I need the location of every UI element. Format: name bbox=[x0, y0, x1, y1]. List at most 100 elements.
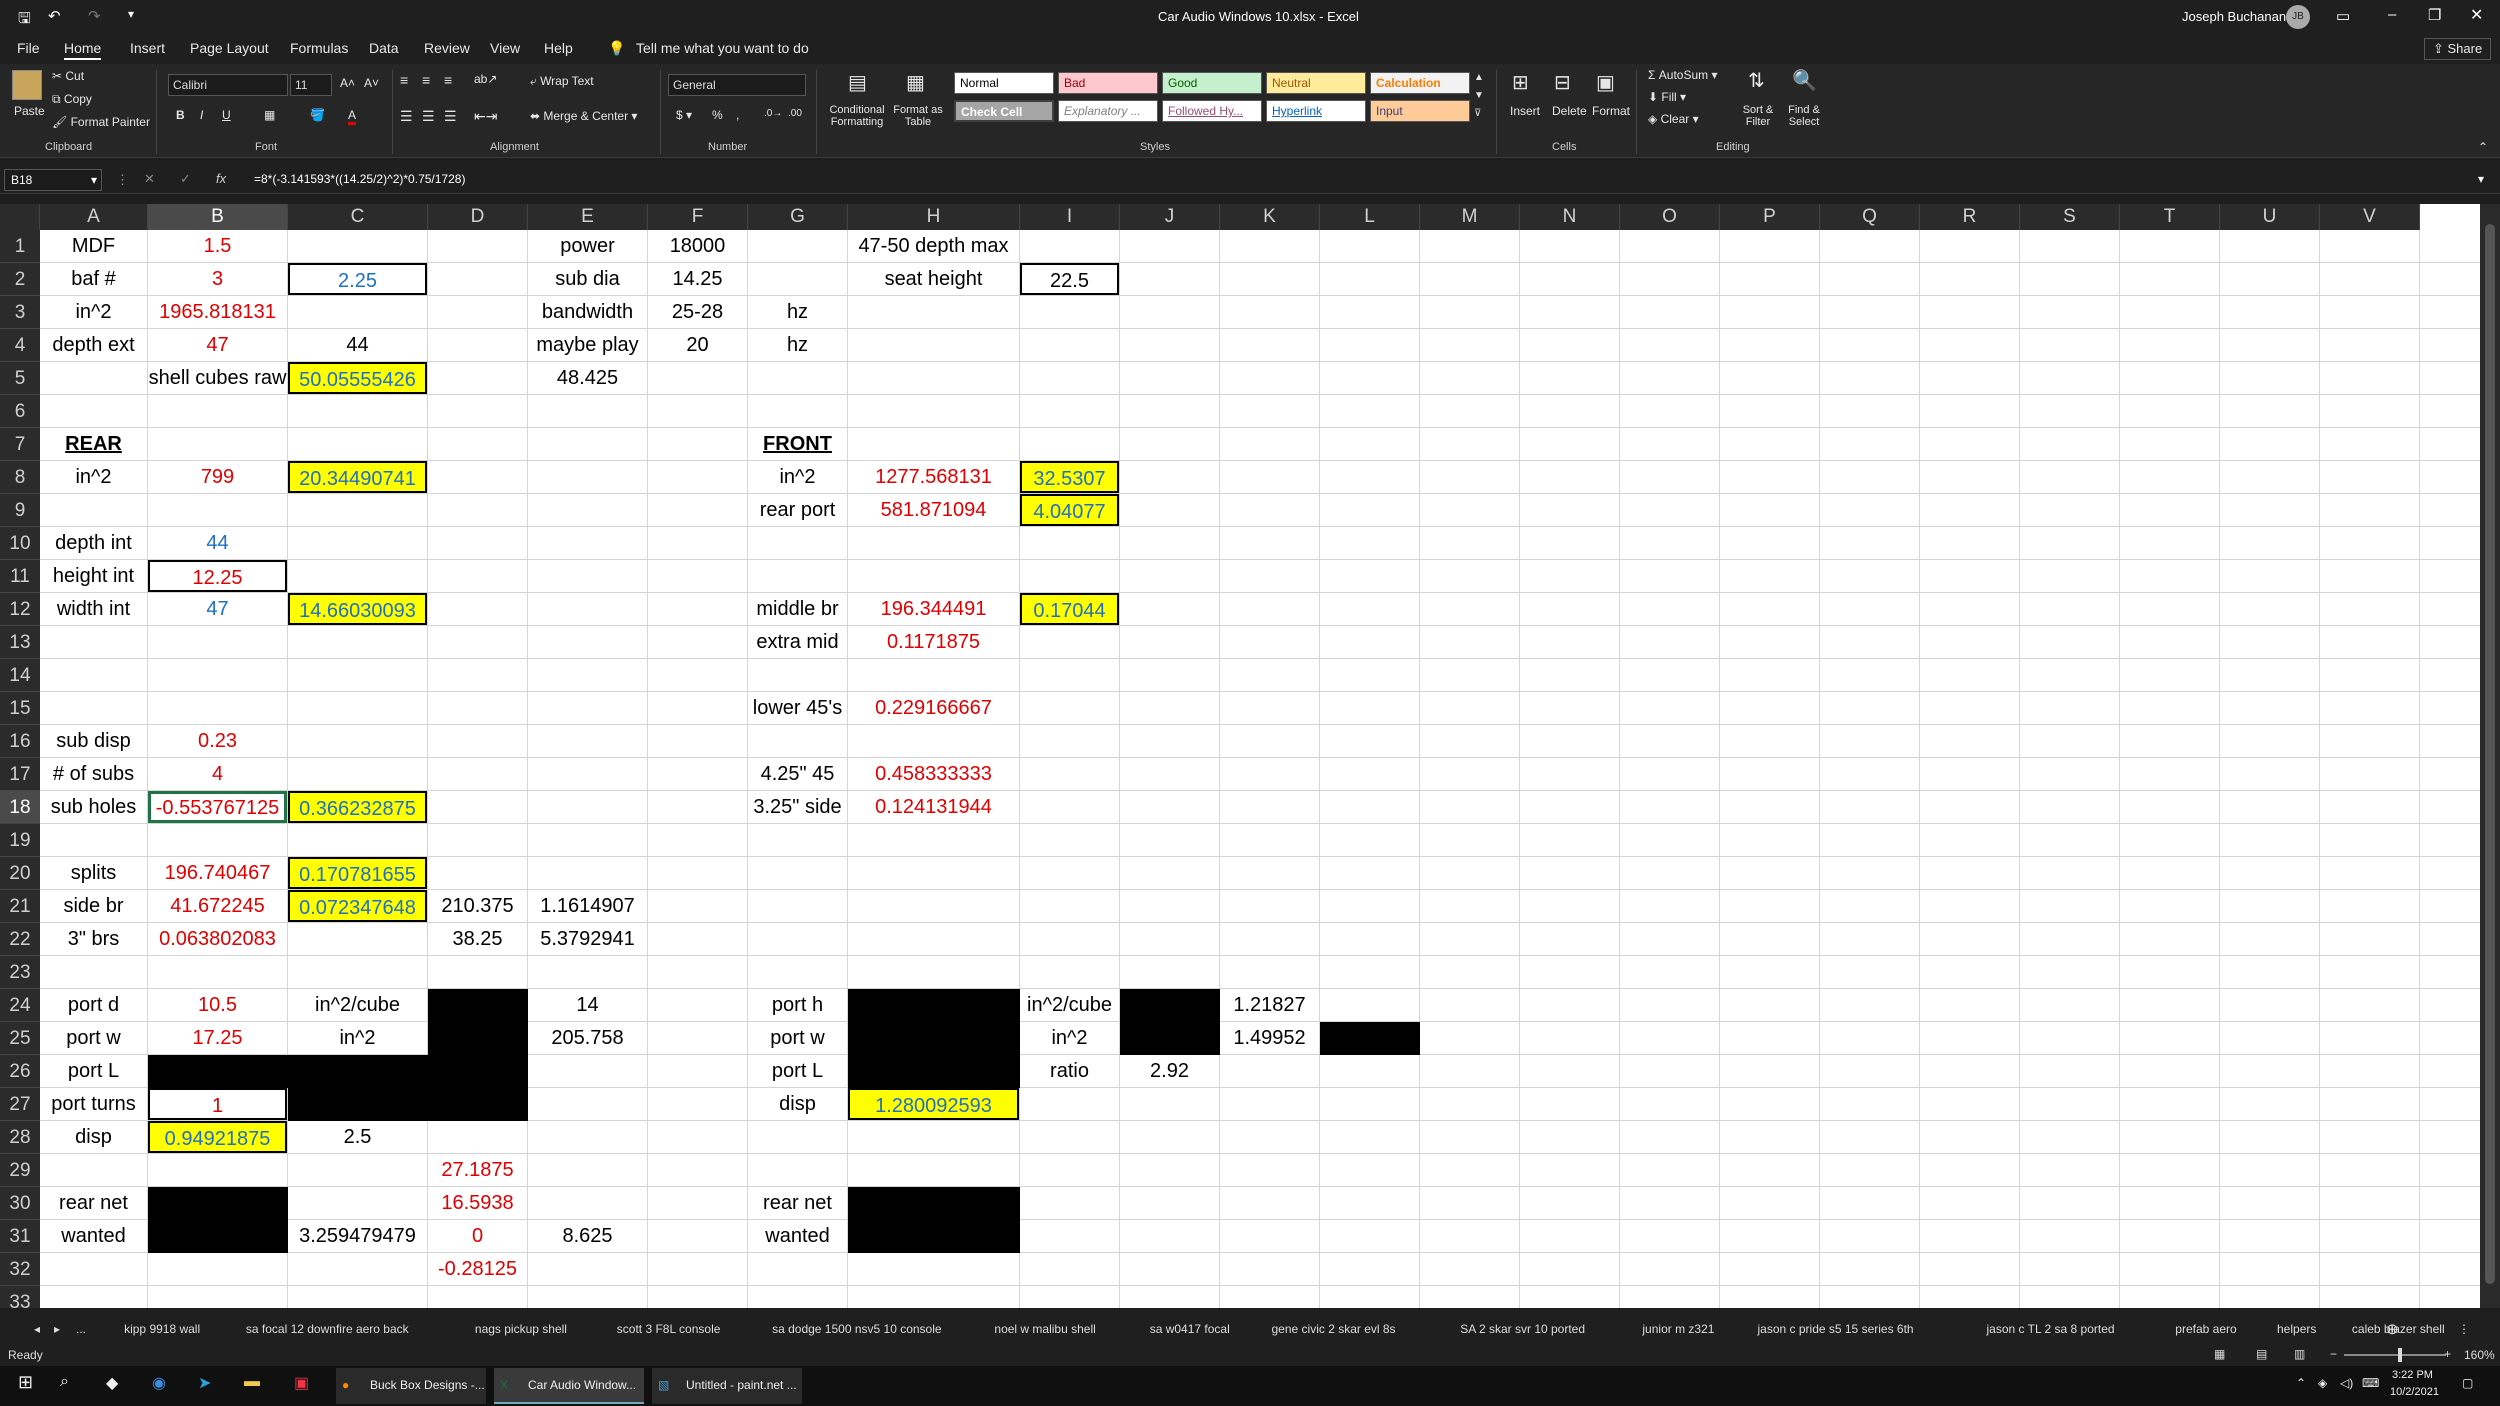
cell-j26[interactable]: 2.92 bbox=[1120, 1055, 1219, 1087]
paste-button[interactable]: Paste bbox=[14, 104, 45, 118]
filled-black-cell-block[interactable] bbox=[148, 1187, 288, 1253]
cell-h15[interactable]: 0.229166667 bbox=[848, 692, 1019, 724]
cell-a22[interactable]: 3" brs bbox=[40, 923, 147, 955]
cell-b16[interactable]: 0.23 bbox=[148, 725, 287, 757]
row-header-2[interactable]: 2 bbox=[0, 263, 40, 296]
autosum-button[interactable]: Σ AutoSum ▾ bbox=[1648, 68, 1717, 82]
zoom-out-icon[interactable]: − bbox=[2330, 1347, 2337, 1361]
sheet-tab[interactable]: prefab aero bbox=[2175, 1322, 2236, 1336]
zoom-level[interactable]: 160% bbox=[2464, 1348, 2495, 1362]
style-hyperlink[interactable]: Hyperlink bbox=[1266, 100, 1366, 122]
row-header-29[interactable]: 29 bbox=[0, 1154, 40, 1187]
page-break-view-icon[interactable]: ▥ bbox=[2294, 1347, 2305, 1361]
find-select-button[interactable]: Find & Select bbox=[1782, 104, 1826, 128]
filled-black-cell-block[interactable] bbox=[1120, 989, 1220, 1055]
cell-c4[interactable]: 44 bbox=[288, 329, 427, 361]
insert-cells-button[interactable]: Insert bbox=[1510, 104, 1540, 118]
cell-a26[interactable]: port L bbox=[40, 1055, 147, 1087]
cell-c24[interactable]: in^2/cube bbox=[288, 989, 427, 1021]
cell-c31[interactable]: 3.259479479 bbox=[288, 1220, 427, 1252]
cell-g25[interactable]: port w bbox=[748, 1022, 847, 1054]
cell-c5[interactable]: 50.05555426 bbox=[288, 362, 427, 394]
column-header-o[interactable]: O bbox=[1620, 204, 1720, 230]
column-header-m[interactable]: M bbox=[1420, 204, 1520, 230]
cell-i2[interactable]: 22.5 bbox=[1020, 263, 1119, 295]
row-header-28[interactable]: 28 bbox=[0, 1121, 40, 1154]
sheet-tab[interactable]: kipp 9918 wall bbox=[124, 1322, 200, 1336]
sheet-tab[interactable]: SA 2 skar svr 10 ported bbox=[1460, 1322, 1585, 1336]
italic-icon[interactable]: I bbox=[200, 108, 203, 122]
sheet-tab[interactable]: jason c pride s5 15 series 6th bbox=[1758, 1322, 1914, 1336]
avatar[interactable]: JB bbox=[2286, 5, 2310, 29]
row-header-4[interactable]: 4 bbox=[0, 329, 40, 362]
row-header-16[interactable]: 16 bbox=[0, 725, 40, 758]
spreadsheet-grid[interactable]: A B C D E F G H I J K L M N O P Q R S T U V 1 2 3 4 5 6 7 8 9 10 11 12 13 1… bbox=[0, 204, 2480, 1308]
cell-f2[interactable]: 14.25 bbox=[648, 263, 747, 295]
filled-black-cell-block[interactable] bbox=[288, 1088, 528, 1121]
tab-file[interactable]: File bbox=[17, 40, 40, 56]
next-sheet-icon[interactable]: ▸ bbox=[54, 1322, 60, 1336]
cell-b3[interactable]: 1965.818131 bbox=[148, 296, 287, 328]
filled-black-cell-block[interactable] bbox=[848, 1187, 1020, 1253]
column-header-k[interactable]: K bbox=[1220, 204, 1320, 230]
cell-k25[interactable]: 1.49952 bbox=[1220, 1022, 1319, 1054]
column-header-j[interactable]: J bbox=[1120, 204, 1220, 230]
cell-b5[interactable]: shell cubes raw bbox=[148, 362, 287, 394]
cell-b4[interactable]: 47 bbox=[148, 329, 287, 361]
cell-f1[interactable]: 18000 bbox=[648, 230, 747, 262]
row-header-12[interactable]: 12 bbox=[0, 593, 40, 626]
wrap-text-button[interactable]: ⤶ Wrap Text bbox=[530, 74, 594, 89]
column-header-i[interactable]: I bbox=[1020, 204, 1120, 230]
row-header-3[interactable]: 3 bbox=[0, 296, 40, 329]
grow-font-icon[interactable]: A˄ bbox=[340, 76, 355, 90]
row-header-25[interactable]: 25 bbox=[0, 1022, 40, 1055]
delete-cells-icon[interactable]: ⊟ bbox=[1554, 70, 1571, 95]
format-as-table-icon[interactable]: ▦ bbox=[906, 70, 925, 95]
cell-b12[interactable]: 47 bbox=[148, 593, 287, 625]
cell-a28[interactable]: disp bbox=[40, 1121, 147, 1153]
scrollbar-thumb[interactable] bbox=[2485, 224, 2495, 1284]
align-right-icon[interactable]: ☰ bbox=[444, 108, 457, 125]
sheet-tab[interactable]: junior m z321 bbox=[1642, 1322, 1714, 1336]
cell-c21[interactable]: 0.072347648 bbox=[288, 890, 427, 922]
cell-c2[interactable]: 2.25 bbox=[288, 263, 427, 295]
cell-e21[interactable]: 1.1614907 bbox=[528, 890, 647, 922]
tab-review[interactable]: Review bbox=[424, 40, 470, 56]
cell-e22[interactable]: 5.3792941 bbox=[528, 923, 647, 955]
collapse-ribbon-icon[interactable]: ⌃ bbox=[2478, 140, 2488, 154]
cell-b10[interactable]: 44 bbox=[148, 527, 287, 559]
cell-c20[interactable]: 0.170781655 bbox=[288, 857, 427, 889]
cell-g24[interactable]: port h bbox=[748, 989, 847, 1021]
share-button[interactable]: ⇪ Share bbox=[2424, 38, 2492, 60]
tab-home[interactable]: Home bbox=[64, 40, 102, 60]
cell-b1[interactable]: 1.5 bbox=[148, 230, 287, 262]
row-header-31[interactable]: 31 bbox=[0, 1220, 40, 1253]
shrink-font-icon[interactable]: A˅ bbox=[364, 76, 379, 90]
insert-function-icon[interactable]: fx bbox=[216, 171, 226, 186]
cell-a18[interactable]: sub holes bbox=[40, 791, 147, 823]
cell-g12[interactable]: middle br bbox=[748, 593, 847, 625]
format-cells-icon[interactable]: ▣ bbox=[1596, 70, 1615, 95]
cell-h9[interactable]: 581.871094 bbox=[848, 494, 1019, 526]
cell-a8[interactable]: in^2 bbox=[40, 461, 147, 493]
cell-i8[interactable]: 32.5307 bbox=[1020, 461, 1119, 493]
orientation-icon[interactable]: ab↗ bbox=[474, 72, 497, 86]
cell-e3[interactable]: bandwidth bbox=[528, 296, 647, 328]
clear-button[interactable]: ◈ Clear ▾ bbox=[1648, 112, 1699, 126]
cell-e25[interactable]: 205.758 bbox=[528, 1022, 647, 1054]
format-painter-button[interactable]: 🖌 Format Painter bbox=[52, 115, 150, 129]
cell-i9[interactable]: 4.04077 bbox=[1020, 494, 1119, 526]
cell-g3[interactable]: hz bbox=[748, 296, 847, 328]
column-header-a[interactable]: A bbox=[40, 204, 148, 230]
row-header-9[interactable]: 9 bbox=[0, 494, 40, 527]
close-icon[interactable]: ✕ bbox=[2470, 5, 2483, 25]
cell-b2[interactable]: 3 bbox=[148, 263, 287, 295]
tab-view[interactable]: View bbox=[490, 40, 520, 56]
cell-b8[interactable]: 799 bbox=[148, 461, 287, 493]
cell-i24[interactable]: in^2/cube bbox=[1020, 989, 1119, 1021]
column-header-q[interactable]: Q bbox=[1820, 204, 1920, 230]
volume-icon[interactable]: ◁) bbox=[2340, 1376, 2353, 1390]
column-header-u[interactable]: U bbox=[2220, 204, 2320, 230]
column-header-s[interactable]: S bbox=[2020, 204, 2120, 230]
tab-help[interactable]: Help bbox=[544, 40, 573, 56]
